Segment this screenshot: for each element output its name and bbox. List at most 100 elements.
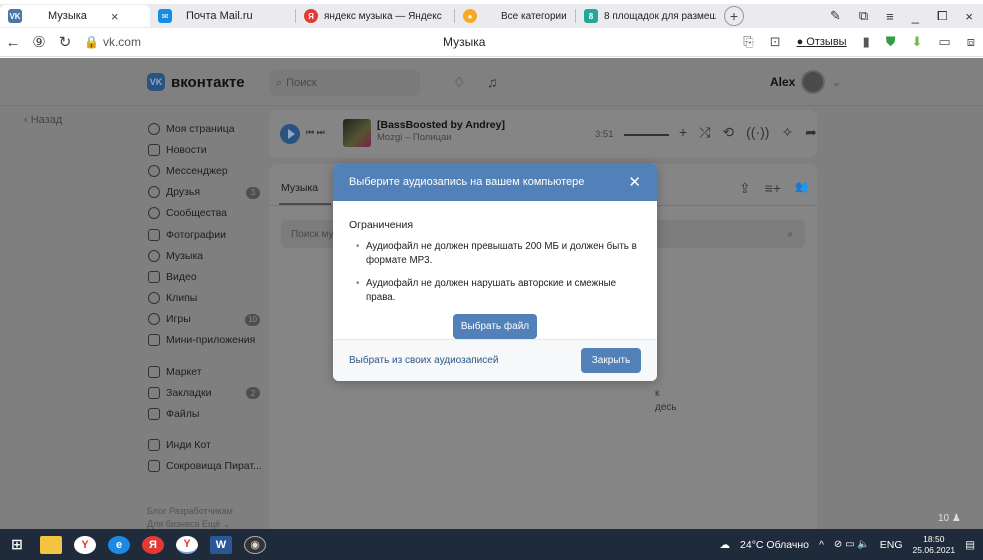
sidebar-item-communities[interactable]: Сообщества (148, 203, 263, 224)
track-artist[interactable]: Mozgi – Полицаи (377, 132, 452, 143)
track-title[interactable]: [BassBoosted by Andrey] (377, 119, 505, 131)
tab-categories[interactable]: ● Все категории (455, 5, 575, 27)
sidebar-item-mini-apps[interactable]: Мини-приложения (148, 330, 263, 351)
word-icon[interactable]: W (210, 535, 232, 554)
collections-icon[interactable]: ⧉ (859, 8, 868, 24)
yandex-browser-active-icon[interactable]: Y (176, 535, 198, 554)
copy-icon[interactable]: ⎘ (743, 34, 753, 50)
tab-yandex-music[interactable]: Я яндекс музыка — Яндекс (296, 5, 454, 27)
windows-start-icon[interactable]: ⊞ (6, 536, 28, 554)
vk-logo[interactable]: VK вконтакте (147, 73, 245, 91)
sidebar-item-music[interactable]: Музыка (148, 245, 263, 266)
footer-line-2[interactable]: Для бизнеса Ещё ⌄ (147, 518, 233, 529)
tab-music[interactable]: VK Музыка × (0, 5, 150, 27)
extension-icon[interactable]: ✎ (830, 8, 841, 24)
restore-icon[interactable]: ⧠ (937, 8, 947, 24)
yandex-browser-icon[interactable]: Y (74, 535, 96, 554)
sidebar-item-label: Моя страница (166, 122, 235, 135)
sidebar-item-messenger[interactable]: Мессенджер (148, 160, 263, 181)
protect-icon[interactable]: ⊡ (770, 34, 781, 50)
choose-file-button[interactable]: Выбрать файл (453, 314, 537, 339)
menu-icon[interactable]: ≡ (886, 9, 894, 24)
broadcast-icon[interactable]: ((·)) (746, 124, 769, 141)
sidebar-item-market[interactable]: Маркет (148, 361, 263, 382)
tab-mail[interactable]: ✉ Почта Mail.ru (150, 5, 295, 27)
yandex-icon[interactable]: Я (142, 535, 164, 554)
friends-icon[interactable]: 👥 (795, 180, 809, 197)
sidebar-item-indi-kot[interactable]: Инди Кот (148, 435, 263, 456)
reload-icon[interactable]: ↻ (52, 33, 78, 51)
similar-icon[interactable]: ✧ (781, 124, 793, 141)
star-icon (148, 386, 160, 399)
search-icon: ⌕ (276, 76, 283, 89)
tab-platforms[interactable]: 8 8 площадок для размеще (576, 5, 716, 27)
sidebar-item-video[interactable]: Видео (148, 266, 263, 287)
photo-icon (148, 228, 160, 241)
upload-audio-modal: Выберите аудиозапись на вашем компьютере… (333, 163, 657, 381)
download-icon[interactable]: ⬇ (912, 34, 923, 50)
user-icon (148, 122, 160, 135)
clock[interactable]: 18:50 25.06.2021 (913, 534, 956, 556)
back-arrow-icon[interactable]: ← (0, 34, 26, 51)
friends-badge: 3 (246, 186, 260, 199)
reviews-button[interactable]: ● Отзывы (797, 36, 847, 48)
vk-logo-text: вконтакте (171, 73, 245, 91)
playlist-add-icon[interactable]: ≡+ (765, 180, 781, 197)
sidebar-item-label: Файлы (166, 408, 200, 421)
reader-icon[interactable]: ⧈ (967, 34, 975, 50)
sidebar-item-my-page[interactable]: Моя страница (148, 118, 263, 139)
prev-next-icon[interactable]: ⏮ ⏭ (306, 127, 325, 138)
sidebar-item-bookmarks[interactable]: Закладки 2 (148, 382, 263, 403)
language-indicator[interactable]: ENG (880, 539, 903, 551)
tray-icons[interactable]: ⊘ ▭ 🔈 (834, 539, 870, 550)
limits-title: Ограничения (349, 219, 413, 231)
shuffle-icon[interactable]: ⤮ (699, 124, 710, 141)
sidebar-item-photos[interactable]: Фотографии (148, 224, 263, 245)
bookmark-icon[interactable]: ▮ (863, 34, 870, 50)
yandex-home-icon[interactable]: ⑨ (26, 33, 52, 51)
repeat-icon[interactable]: ⟲ (722, 124, 734, 141)
shield-icon[interactable]: ⛊ (886, 34, 896, 50)
volume-slider[interactable] (624, 134, 669, 136)
file-explorer-icon[interactable] (40, 535, 62, 554)
tab-music[interactable]: Музыка (281, 182, 318, 194)
browser-tab-bar: VK Музыка × ✉ Почта Mail.ru Я яндекс муз… (0, 4, 983, 28)
close-window-icon[interactable]: × (965, 9, 973, 24)
choose-from-my-audio-link[interactable]: Выбрать из своих аудиозаписей (349, 355, 498, 366)
play-icon[interactable] (280, 124, 300, 144)
sidebar-item-games[interactable]: Игры 10 (148, 309, 263, 330)
close-button[interactable]: Закрыть (581, 348, 641, 373)
add-icon[interactable]: + (679, 124, 687, 141)
user-menu[interactable]: Alex ⌄ (770, 70, 841, 94)
hidden-text-fragment: десь (655, 402, 677, 413)
minimize-icon[interactable]: _ (912, 9, 919, 24)
sidebar-item-label: Видео (166, 270, 197, 283)
share-icon[interactable]: ➦ (805, 124, 817, 141)
music-note-icon[interactable]: ♫ (487, 74, 498, 90)
close-icon[interactable]: × (111, 9, 119, 24)
sidebar-item-clips[interactable]: Клипы (148, 288, 263, 309)
back-link[interactable]: ‹ Назад (24, 114, 62, 126)
battery-icon[interactable]: ▭ (938, 34, 950, 50)
upload-icon[interactable]: ⇪ (739, 180, 751, 197)
sidebar-item-news[interactable]: Новости (148, 139, 263, 160)
new-tab-button[interactable]: + (724, 6, 744, 26)
sidebar-item-pirate-treasures[interactable]: Сокровища Пират... (148, 456, 263, 477)
url-field[interactable]: 🔒 vk.com (84, 35, 141, 49)
edge-icon[interactable]: e (108, 535, 130, 554)
online-counter[interactable]: 10 ♟ (938, 513, 961, 524)
weather-text[interactable]: 24°C Облачно (740, 539, 809, 551)
bell-icon[interactable]: ♢ (453, 74, 466, 91)
footer-line-1[interactable]: Блог Разработчикам (147, 505, 233, 518)
vk-search-input[interactable]: ⌕ Поиск (270, 70, 420, 96)
page-title: Музыка (443, 35, 486, 49)
notifications-icon[interactable]: ▤ (965, 539, 975, 551)
sidebar-item-label: Музыка (166, 249, 204, 262)
chevron-up-icon[interactable]: ^ (819, 539, 824, 551)
url-text: vk.com (102, 35, 141, 49)
obs-icon[interactable]: ◉ (244, 535, 266, 554)
close-icon[interactable]: ✕ (628, 173, 641, 191)
sidebar-item-files[interactable]: Файлы (148, 403, 263, 424)
avatar (801, 70, 826, 94)
sidebar-item-friends[interactable]: Друзья 3 (148, 182, 263, 203)
